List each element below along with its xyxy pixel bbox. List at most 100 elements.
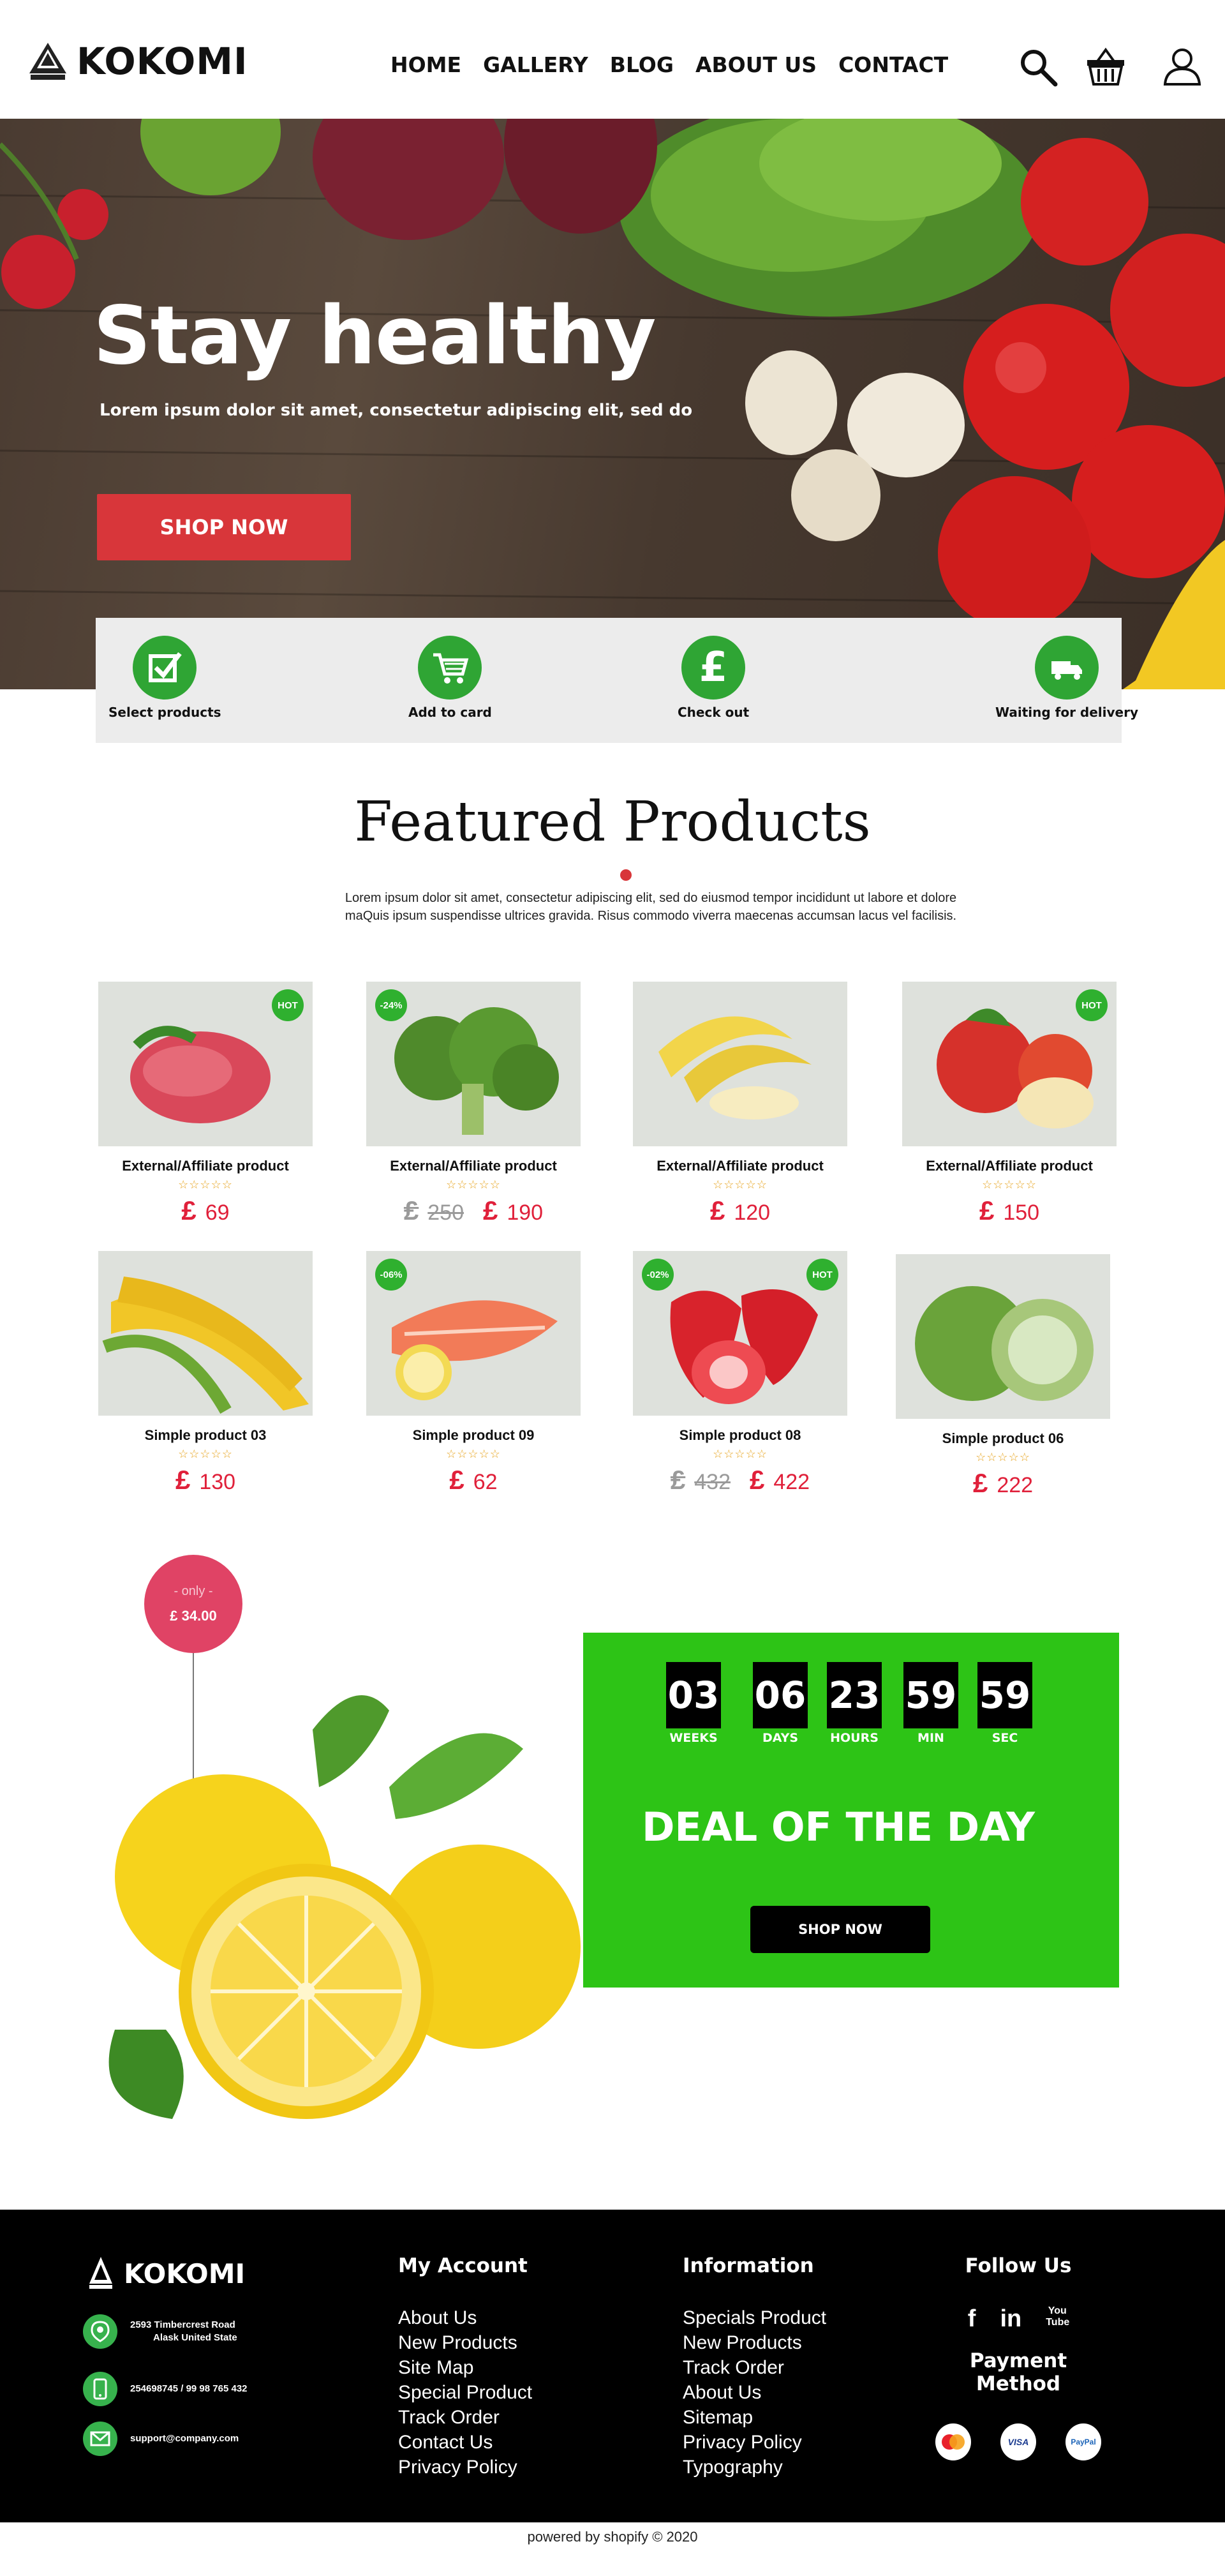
only-price-badge: - only - £ 34.00 [144, 1555, 242, 1653]
product-card[interactable]: -24% External/Affiliate product ☆☆☆☆☆ £250 £… [364, 982, 583, 1226]
product-title[interactable]: External/Affiliate product [364, 1158, 583, 1174]
mail-icon [83, 2422, 117, 2456]
product-image[interactable] [98, 1251, 313, 1416]
email-text[interactable]: support@company.com [130, 2432, 239, 2445]
payment-methods: VISA PayPal [935, 2423, 1101, 2460]
featured-description-line: maQuis ipsum suspendisse ultrices gravid… [345, 909, 957, 923]
hot-badge: HOT [1076, 989, 1108, 1021]
nav-about-us[interactable]: ABOUT US [695, 52, 817, 77]
order-steps-bar: Select products Add to card £ Check out … [96, 618, 1138, 743]
deal-title: DEAL OF THE DAY [641, 1804, 1036, 1850]
product-price: £62 [364, 1465, 583, 1495]
logo[interactable]: KOKOMI [27, 40, 248, 83]
product-card[interactable]: External/Affiliate product ☆☆☆☆☆ £120 [630, 982, 850, 1226]
phone-icon [83, 2372, 117, 2406]
countdown-days: 06 DAYS [753, 1662, 808, 1745]
logo-mark-icon [29, 43, 66, 80]
discount-badge: -24% [375, 989, 407, 1021]
discount-badge: -02% [642, 1259, 674, 1291]
basket-icon[interactable] [1085, 46, 1127, 88]
rating-stars: ☆☆☆☆☆ [982, 1178, 1037, 1191]
product-title[interactable]: External/Affiliate product [900, 1158, 1119, 1174]
current-price: £62 [449, 1465, 498, 1495]
product-price: £150 [900, 1195, 1119, 1226]
current-price: £130 [175, 1465, 236, 1495]
product-card[interactable]: Simple product 03 ☆☆☆☆☆ £130 [96, 1251, 315, 1495]
product-title[interactable]: External/Affiliate product [96, 1158, 315, 1174]
footer-link[interactable]: New Products [398, 2330, 532, 2355]
footer-phone: 254698745 / 99 98 765 432 [83, 2372, 248, 2406]
user-icon[interactable] [1161, 46, 1203, 88]
youtube-icon[interactable]: You Tube [1046, 2305, 1069, 2333]
footer-link[interactable]: Contact Us [398, 2430, 532, 2455]
footer-column-title: My Account [398, 2254, 528, 2277]
countdown-value: 03 [666, 1662, 721, 1728]
nav-gallery[interactable]: GALLERY [483, 52, 588, 77]
linkedin-icon[interactable]: in [1000, 2305, 1021, 2333]
nav-blog[interactable]: BLOG [610, 52, 674, 77]
old-price: £250 [403, 1195, 464, 1225]
hero-shop-now-button[interactable]: SHOP NOW [97, 494, 351, 560]
countdown-label: MIN [917, 1731, 944, 1745]
footer-link[interactable]: Privacy Policy [683, 2430, 826, 2455]
product-image[interactable]: -02% HOT [633, 1251, 847, 1416]
product-card[interactable]: HOT External/Affiliate product ☆☆☆☆☆ £69 [96, 982, 315, 1226]
visa-icon: VISA [1000, 2423, 1036, 2460]
step-select-products: Select products [108, 636, 221, 720]
product-image[interactable] [633, 982, 847, 1146]
rating-stars: ☆☆☆☆☆ [713, 1448, 768, 1460]
footer-logo[interactable]: KOKOMI [88, 2256, 245, 2291]
facebook-icon[interactable]: f [968, 2305, 976, 2333]
footer-my-account: My Account About Us New Products Site Ma… [398, 2254, 532, 2480]
corn-image [102, 1277, 309, 1414]
rating-stars: ☆☆☆☆☆ [178, 1448, 233, 1460]
product-title[interactable]: Simple product 06 [893, 1430, 1113, 1447]
rating-stars: ☆☆☆☆☆ [446, 1178, 501, 1191]
product-image[interactable]: HOT [98, 982, 313, 1146]
product-image[interactable]: -24% [366, 982, 581, 1146]
footer-link[interactable]: Track Order [683, 2355, 826, 2380]
step-label: Add to card [408, 705, 492, 720]
countdown-value: 59 [977, 1662, 1032, 1728]
current-price: £69 [181, 1195, 230, 1225]
rating-stars: ☆☆☆☆☆ [713, 1178, 768, 1191]
footer-link[interactable]: Site Map [398, 2355, 532, 2380]
product-card[interactable]: -06% Simple product 09 ☆☆☆☆☆ £62 [364, 1251, 583, 1495]
footer-link[interactable]: New Products [683, 2330, 826, 2355]
search-icon[interactable] [1017, 46, 1059, 88]
product-card[interactable]: Simple product 06 ☆☆☆☆☆ £222 [893, 1254, 1113, 1499]
nav-home[interactable]: HOME [390, 52, 461, 77]
deal-shop-now-button[interactable]: SHOP NOW [750, 1906, 930, 1953]
step-label: Check out [678, 705, 750, 720]
site-header: KOKOMI HOME GALLERY BLOG ABOUT US CONTAC… [0, 0, 1225, 119]
footer-follow-us: Follow Us f in You Tube Payment Method V… [935, 2254, 1101, 2460]
product-card[interactable]: HOT External/Affiliate product ☆☆☆☆☆ £150 [900, 982, 1119, 1226]
footer-link[interactable]: Specials Product [683, 2305, 826, 2330]
footer-link[interactable]: About Us [398, 2305, 532, 2330]
countdown-sec: 59 SEC [977, 1662, 1032, 1745]
rating-stars: ☆☆☆☆☆ [178, 1178, 233, 1191]
current-price: £222 [972, 1468, 1034, 1498]
cabbage-image [915, 1286, 1094, 1401]
footer-link[interactable]: About Us [683, 2380, 826, 2405]
product-title[interactable]: Simple product 09 [364, 1427, 583, 1444]
current-price: £120 [709, 1195, 771, 1225]
deal-of-the-day-panel: 03 WEEKS 06 DAYS 23 HOURS 59 MIN 59 SEC … [583, 1633, 1119, 1988]
product-image[interactable] [896, 1254, 1110, 1419]
footer-information: Information Specials Product New Product… [683, 2254, 826, 2480]
nav-contact[interactable]: CONTACT [838, 52, 948, 77]
footer-link[interactable]: Privacy Policy [398, 2455, 532, 2480]
main-nav: HOME GALLERY BLOG ABOUT US CONTACT [390, 52, 948, 77]
countdown-hours: 23 HOURS [827, 1662, 882, 1745]
footer-link[interactable]: Typography [683, 2455, 826, 2480]
footer-link[interactable]: Track Order [398, 2405, 532, 2430]
product-image[interactable]: -06% [366, 1251, 581, 1416]
product-title[interactable]: Simple product 03 [96, 1427, 315, 1444]
footer-link[interactable]: Special Product [398, 2380, 532, 2405]
product-card[interactable]: -02% HOT Simple product 08 ☆☆☆☆☆ £432 £422 [630, 1251, 850, 1495]
product-title[interactable]: External/Affiliate product [630, 1158, 850, 1174]
product-image[interactable]: HOT [902, 982, 1117, 1146]
product-title[interactable]: Simple product 08 [630, 1427, 850, 1444]
truck-icon [1035, 636, 1099, 700]
footer-link[interactable]: Sitemap [683, 2405, 826, 2430]
